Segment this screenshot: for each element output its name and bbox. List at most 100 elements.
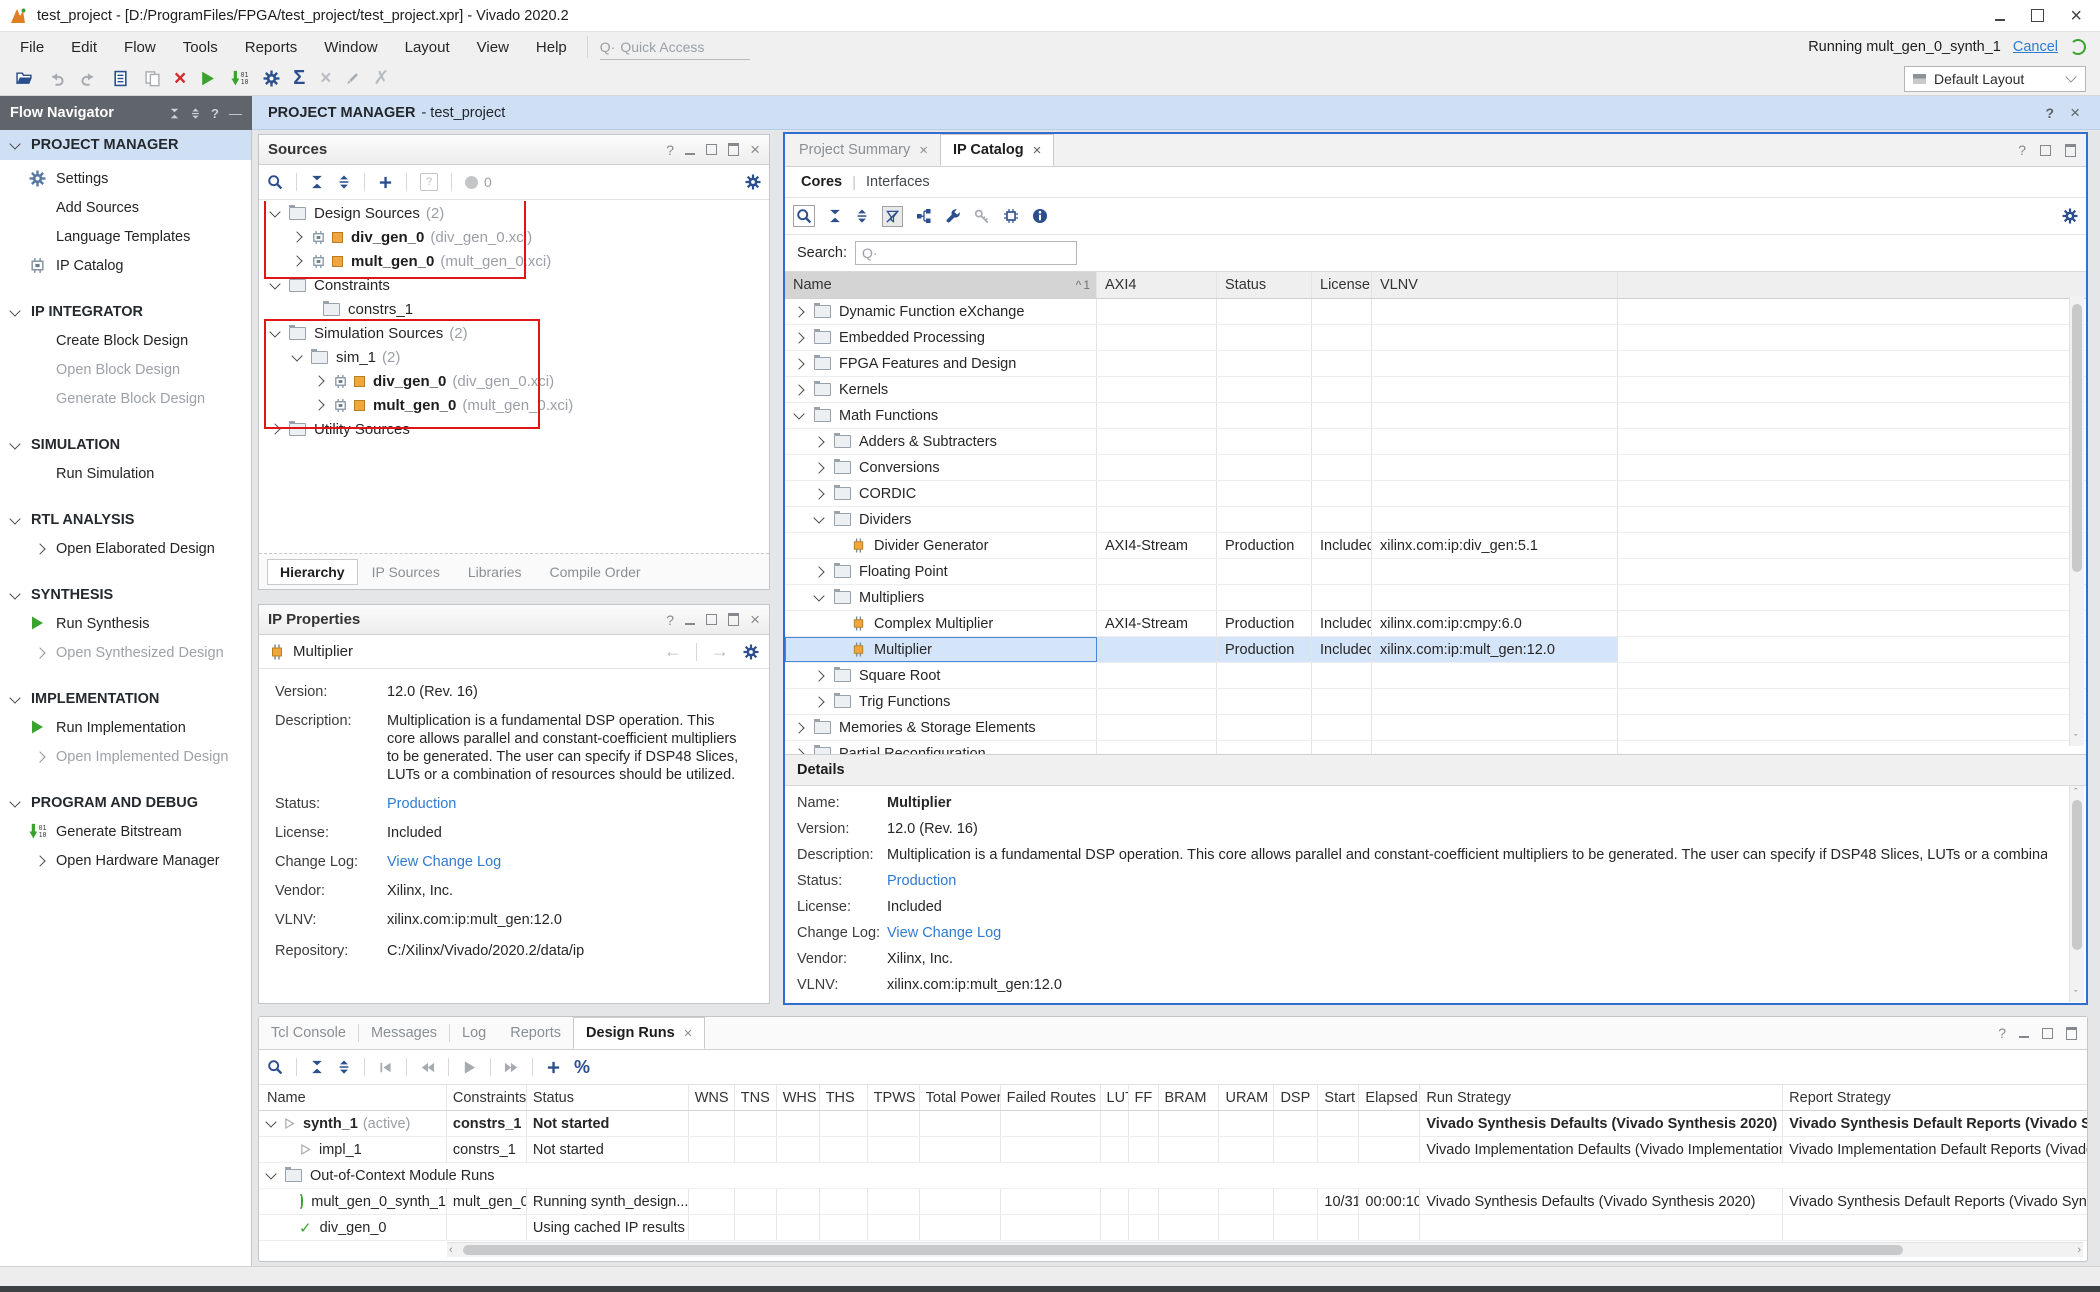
- column-header[interactable]: Name: [259, 1085, 447, 1110]
- ip-properties-header[interactable]: IP Properties ? ×: [259, 605, 769, 635]
- run-row-mult-gen-0-synth-1[interactable]: mult_gen_0_synth_1 mult_gen_0 Running sy…: [259, 1189, 2087, 1215]
- tab-reports[interactable]: Reports: [498, 1017, 573, 1049]
- scroll-down-icon[interactable]: ˇ: [2074, 988, 2078, 1002]
- close-icon[interactable]: ×: [919, 142, 928, 159]
- expand-all-icon[interactable]: [855, 209, 869, 223]
- column-header-license[interactable]: License: [1312, 272, 1372, 298]
- undo-icon[interactable]: [48, 70, 65, 87]
- column-header[interactable]: BRAM: [1159, 1085, 1220, 1110]
- close-icon[interactable]: ×: [684, 1025, 693, 1042]
- scrollbar-thumb[interactable]: [463, 1245, 1903, 1255]
- maximize-icon[interactable]: [706, 144, 717, 155]
- chevron-right-icon[interactable]: [793, 306, 804, 317]
- view-change-log-link[interactable]: View Change Log: [887, 925, 1001, 941]
- catalog-row[interactable]: Kernels: [785, 377, 2086, 403]
- chevron-right-icon[interactable]: [793, 332, 804, 343]
- cancel-run-link[interactable]: Cancel: [2013, 39, 2058, 55]
- chevron-right-icon[interactable]: [813, 462, 824, 473]
- chip-icon[interactable]: [1003, 208, 1019, 224]
- float-icon[interactable]: [2065, 144, 2076, 157]
- window-maximize-button[interactable]: [2031, 9, 2044, 22]
- tab-tcl-console[interactable]: Tcl Console: [259, 1017, 358, 1049]
- chevron-down-icon[interactable]: [813, 512, 824, 523]
- chevron-right-icon[interactable]: [793, 358, 804, 369]
- sidebar-item-generate-bitstream[interactable]: Generate Bitstream: [0, 817, 251, 846]
- chevron-right-icon[interactable]: [813, 670, 824, 681]
- chevron-right-icon[interactable]: [813, 488, 824, 499]
- menu-window[interactable]: Window: [324, 39, 377, 56]
- help-icon[interactable]: ?: [1998, 1025, 2006, 1041]
- sidebar-section-implementation[interactable]: IMPLEMENTATION: [0, 685, 251, 713]
- chevron-right-icon[interactable]: [813, 566, 824, 577]
- float-icon[interactable]: [728, 143, 739, 156]
- column-header[interactable]: Run Strategy: [1420, 1085, 1783, 1110]
- chevron-right-icon[interactable]: [793, 384, 804, 395]
- expand-all-icon[interactable]: [337, 175, 351, 189]
- minimize-panel-icon[interactable]: —: [229, 106, 242, 121]
- search-icon[interactable]: [793, 205, 815, 227]
- catalog-row[interactable]: Embedded Processing: [785, 325, 2086, 351]
- gear-icon[interactable]: [745, 174, 761, 190]
- chevron-right-icon[interactable]: [34, 855, 45, 866]
- status-value-link[interactable]: Production: [887, 873, 956, 889]
- catalog-row[interactable]: Trig Functions: [785, 689, 2086, 715]
- chevron-right-icon[interactable]: [313, 375, 324, 386]
- sidebar-section-rtl-analysis[interactable]: RTL ANALYSIS: [0, 506, 251, 534]
- menu-help[interactable]: Help: [536, 39, 567, 56]
- chevron-right-icon[interactable]: [291, 231, 302, 242]
- report-icon[interactable]: [112, 70, 129, 87]
- tree-item-simulation-sources[interactable]: Simulation Sources (2): [259, 321, 769, 345]
- tab-ip-catalog[interactable]: IP Catalog ×: [940, 134, 1054, 166]
- column-header-name[interactable]: Name ^ 1: [785, 272, 1097, 298]
- tree-item-sim-mult-gen-0[interactable]: mult_gen_0 (mult_gen_0.xci): [259, 393, 769, 417]
- column-header[interactable]: Status: [527, 1085, 689, 1110]
- catalog-row[interactable]: Dynamic Function eXchange: [785, 299, 2086, 325]
- scroll-left-icon[interactable]: ‹: [449, 1243, 453, 1257]
- chevron-right-icon[interactable]: [313, 399, 324, 410]
- collapse-all-icon[interactable]: [828, 209, 842, 223]
- sidebar-item-open-elaborated-design[interactable]: Open Elaborated Design: [0, 534, 251, 563]
- catalog-row[interactable]: CORDIC: [785, 481, 2086, 507]
- menu-tools[interactable]: Tools: [183, 39, 218, 56]
- tab-libraries[interactable]: Libraries: [454, 560, 536, 584]
- menu-layout[interactable]: Layout: [405, 39, 450, 56]
- close-icon[interactable]: ×: [2070, 103, 2080, 123]
- column-header[interactable]: LUT: [1101, 1085, 1129, 1110]
- catalog-row[interactable]: Multipliers: [785, 585, 2086, 611]
- run-row-impl-1[interactable]: impl_1 constrs_1 Not started Vivado Impl…: [259, 1137, 2087, 1163]
- report-summary-icon[interactable]: Σ: [293, 70, 305, 87]
- catalog-row[interactable]: Adders & Subtracters: [785, 429, 2086, 455]
- catalog-scrollbar[interactable]: ˇ: [2069, 296, 2084, 746]
- scroll-down-icon[interactable]: ˇ: [2074, 732, 2078, 746]
- sidebar-item-ip-catalog[interactable]: IP Catalog: [0, 251, 251, 280]
- status-value-link[interactable]: Production: [387, 795, 456, 813]
- column-header-vlnv[interactable]: VLNV: [1372, 272, 1618, 298]
- view-change-log-link[interactable]: View Change Log: [387, 853, 501, 871]
- tree-item-sim-1[interactable]: sim_1 (2): [259, 345, 769, 369]
- chevron-right-icon[interactable]: [34, 543, 45, 554]
- tab-compile-order[interactable]: Compile Order: [536, 560, 655, 584]
- tab-design-runs[interactable]: Design Runs×: [573, 1017, 705, 1049]
- tree-item-div-gen-0[interactable]: div_gen_0 (div_gen_0.xci): [259, 225, 769, 249]
- settings-gear-icon[interactable]: [263, 70, 280, 87]
- sidebar-item-run-implementation[interactable]: Run Implementation: [0, 713, 251, 742]
- tree-item-constraints[interactable]: Constraints: [259, 273, 769, 297]
- subtab-cores[interactable]: Cores: [801, 174, 842, 190]
- chevron-down-icon[interactable]: [265, 1116, 276, 1127]
- tab-project-summary[interactable]: Project Summary ×: [787, 134, 940, 166]
- menu-view[interactable]: View: [477, 39, 509, 56]
- column-header[interactable]: Failed Routes: [1001, 1085, 1101, 1110]
- filter-icon[interactable]: [882, 206, 903, 227]
- scroll-right-icon[interactable]: ›: [2077, 1243, 2081, 1257]
- collapse-all-icon[interactable]: [310, 175, 324, 189]
- catalog-row[interactable]: Math Functions: [785, 403, 2086, 429]
- help-icon[interactable]: ?: [211, 106, 219, 121]
- minimize-icon[interactable]: [685, 615, 695, 625]
- column-header[interactable]: Report Strategy: [1783, 1085, 2087, 1110]
- column-header-status[interactable]: Status: [1217, 272, 1312, 298]
- maximize-icon[interactable]: [2042, 1028, 2053, 1039]
- tree-item-design-sources[interactable]: Design Sources (2): [259, 201, 769, 225]
- layout-selector[interactable]: Default Layout: [1904, 66, 2086, 92]
- catalog-row[interactable]: Conversions: [785, 455, 2086, 481]
- tree-item-mult-gen-0[interactable]: mult_gen_0 (mult_gen_0.xci): [259, 249, 769, 273]
